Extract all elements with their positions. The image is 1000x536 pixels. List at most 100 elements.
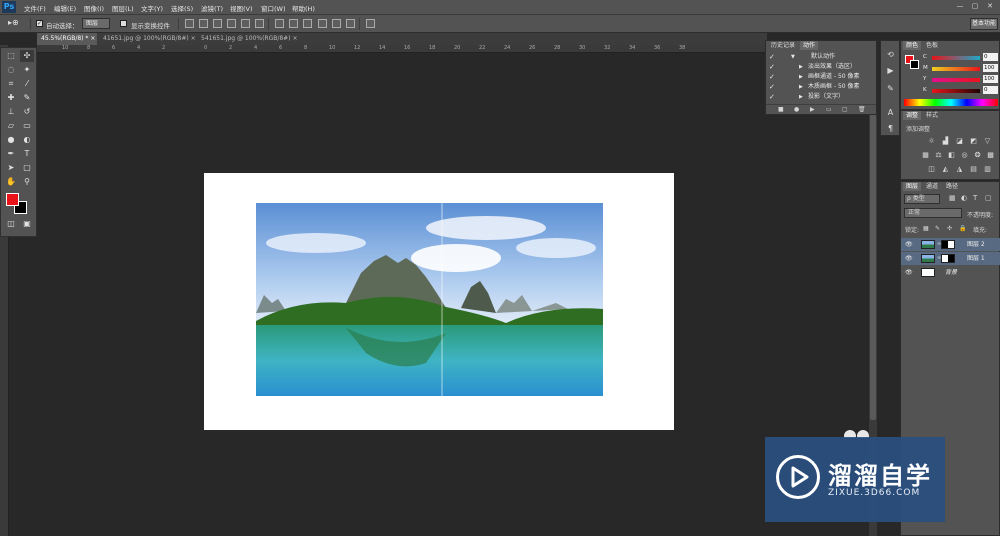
align-top-icon[interactable] [185,19,194,28]
shape-tool-icon[interactable]: ▢ [20,162,34,174]
black-white-icon[interactable]: ◧ [947,151,956,160]
action-set-row[interactable]: ✓ ▼ 默认动作 [766,52,870,62]
minimize-icon[interactable]: — [955,2,965,11]
expand-icon[interactable]: ▶ [799,62,803,72]
eraser-tool-icon[interactable]: ▱ [4,120,18,132]
auto-align-icon[interactable] [366,19,375,28]
distribute-top-icon[interactable] [275,19,284,28]
lock-all-icon[interactable]: 🔒 [959,225,966,232]
vibrance-icon[interactable]: ▽ [983,137,992,146]
filter-type-icon[interactable]: T [973,194,977,202]
check-icon[interactable]: ✓ [769,82,775,92]
posterize-icon[interactable]: ◭ [941,165,950,174]
play-icon[interactable]: ▶ [810,106,815,113]
history-panel-icon[interactable]: ⟲ [885,49,896,60]
brush-panel-icon[interactable]: ✎ [885,83,896,94]
color-balance-icon[interactable]: ⚖ [934,151,943,160]
type-tool-icon[interactable]: T [20,148,34,160]
channel-value[interactable]: 100 [983,64,998,72]
marquee-tool-icon[interactable]: ⬚ [4,50,18,62]
levels-icon[interactable]: ▟ [941,137,950,146]
filter-pixel-icon[interactable]: ▦ [949,194,956,202]
layer-mask-thumbnail[interactable] [941,240,955,249]
channel-y-row[interactable]: Y 100 [923,75,999,84]
check-icon[interactable]: ✓ [769,92,775,102]
landscape-photo-layers[interactable] [256,203,603,396]
actions-panel-icon[interactable]: ▶ [885,65,896,76]
tab-color[interactable]: 颜色 [903,41,922,50]
check-icon[interactable]: ✓ [769,72,775,82]
channel-slider[interactable] [932,89,980,93]
magic-wand-icon[interactable]: ✦ [20,64,34,76]
menu-edit[interactable]: 编辑(E) [54,3,76,13]
align-hcenter-icon[interactable] [241,19,250,28]
menu-window[interactable]: 窗口(W) [261,3,286,13]
channel-slider[interactable] [932,78,980,82]
tab-41651[interactable]: 41651.jpg @ 100%(RGB/8#) × [99,33,199,45]
stamp-tool-icon[interactable]: ⊥ [4,106,18,118]
tab-actions[interactable]: 动作 [800,41,819,50]
action-row[interactable]: ✓ ▶ 投影（文字） [766,92,870,102]
distribute-hcenter-icon[interactable] [332,19,341,28]
tab-styles[interactable]: 样式 [923,111,941,120]
menu-layer[interactable]: 图层(L) [112,3,134,13]
action-row[interactable]: ✓ ▶ 画框通道 - 50 像素 [766,72,870,82]
photo-filter-icon[interactable]: ◎ [960,151,969,160]
zoom-tool-icon[interactable]: ⚲ [20,176,34,188]
layer-row[interactable]: 👁 背景 [901,266,1000,279]
tab-adjustments[interactable]: 调整 [903,111,922,120]
visibility-eye-icon[interactable]: 👁 [905,266,913,279]
menu-file[interactable]: 文件(F) [24,3,46,13]
channel-slider[interactable] [932,56,980,60]
channel-value[interactable]: 0 [983,86,998,94]
show-transform-checkbox[interactable] [120,20,127,27]
expand-icon[interactable]: ▼ [791,52,795,62]
align-left-icon[interactable] [227,19,236,28]
foreground-color-swatch[interactable] [6,193,19,206]
lock-position-icon[interactable]: ✣ [947,225,952,232]
blur-tool-icon[interactable]: ● [4,134,18,146]
curves-icon[interactable]: ◪ [955,137,964,146]
layer-mask-thumbnail[interactable] [941,254,955,263]
move-tool-icon[interactable]: ▸⊕ [8,18,19,27]
new-action-icon[interactable]: ▢ [842,106,848,113]
lock-transparent-icon[interactable]: ▦ [923,225,929,232]
path-select-icon[interactable]: ➤ [4,162,18,174]
expand-icon[interactable]: ▶ [799,92,803,102]
dodge-tool-icon[interactable]: ◐ [20,134,34,146]
channel-value[interactable]: 100 [983,75,998,83]
pen-tool-icon[interactable]: ✒ [4,148,18,160]
expand-icon[interactable]: ▶ [799,82,803,92]
stop-icon[interactable]: ■ [778,106,784,113]
color-lookup-icon[interactable]: ▩ [986,151,995,160]
panel-background-swatch[interactable] [910,60,919,69]
blend-mode-dropdown[interactable]: 正常 [904,208,962,218]
channel-value[interactable]: 0 [983,53,998,61]
distribute-left-icon[interactable] [318,19,327,28]
tab-paths[interactable]: 路径 [943,182,961,191]
tab-close-icon[interactable]: × [191,35,196,42]
healing-brush-icon[interactable]: ✚ [4,92,18,104]
lock-pixels-icon[interactable]: ✎ [935,225,940,232]
character-panel-icon[interactable]: A [885,107,896,118]
gradient-tool-icon[interactable]: ▭ [20,120,34,132]
channel-m-row[interactable]: M 100 [923,64,999,73]
menu-type[interactable]: 文字(Y) [141,3,163,13]
action-row[interactable]: ✓ ▶ 木质画框 - 50 像素 [766,82,870,92]
trash-icon[interactable]: 🗑 [858,106,866,113]
layer-row[interactable]: 👁 ∞ 图层 1 [901,252,1000,265]
align-right-icon[interactable] [255,19,264,28]
tab-close-icon[interactable]: × [90,35,95,42]
check-icon[interactable]: ✓ [769,52,775,62]
history-brush-icon[interactable]: ↺ [20,106,34,118]
visibility-eye-icon[interactable]: 👁 [905,238,913,251]
maximize-icon[interactable]: ▢ [970,2,980,11]
layer-name[interactable]: 图层 2 [967,238,985,251]
tab-history[interactable]: 历史记录 [768,41,798,50]
screen-mode-icon[interactable]: ▣ [20,218,34,230]
align-bottom-icon[interactable] [213,19,222,28]
filter-shape-icon[interactable]: ▢ [985,194,992,202]
close-icon[interactable]: ✕ [985,2,995,11]
color-spectrum-bar[interactable] [904,99,998,106]
filter-adjust-icon[interactable]: ◐ [961,194,967,202]
